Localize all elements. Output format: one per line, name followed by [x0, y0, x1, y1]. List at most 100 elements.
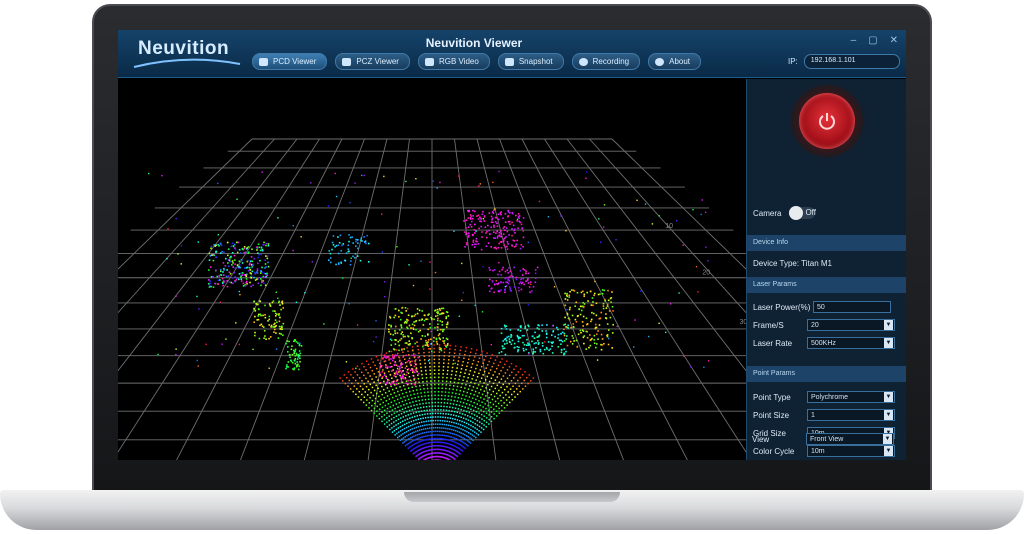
point-cluster: [393, 348, 396, 351]
point-ring: [409, 433, 412, 435]
point-ring: [450, 373, 453, 376]
point-ring: [370, 358, 373, 360]
point-ring: [466, 440, 469, 442]
point-ring: [492, 390, 495, 393]
point-ring: [430, 391, 433, 393]
point-size-select[interactable]: 1 ▼: [807, 409, 895, 421]
point: [586, 171, 588, 173]
tab-about[interactable]: About: [648, 53, 702, 70]
point-cluster: [507, 220, 510, 223]
point-cluster: [529, 281, 532, 283]
tab-snapshot[interactable]: Snapshot: [497, 53, 564, 70]
point-ring: [449, 443, 452, 446]
point-cluster: [552, 341, 554, 343]
point-cluster: [427, 334, 429, 336]
tab-pcd-viewer[interactable]: PCD Viewer: [252, 53, 328, 70]
point-ring: [492, 382, 495, 385]
tab-rgb-video[interactable]: RGB Video: [417, 53, 490, 70]
point-ring: [433, 373, 436, 375]
point-ring: [456, 419, 459, 421]
point-ring: [385, 400, 388, 402]
point-cloud-viewport[interactable]: 10203040: [118, 79, 746, 460]
point-cluster: [264, 263, 267, 265]
point-cluster: [381, 376, 384, 378]
point-cluster: [335, 244, 338, 247]
point-cluster: [278, 325, 281, 328]
close-button[interactable]: ✕: [890, 36, 898, 46]
tab-recording[interactable]: Recording: [571, 53, 641, 70]
point-cluster: [589, 290, 592, 293]
point-ring: [357, 396, 360, 398]
point-ring: [459, 452, 461, 455]
point-ring: [378, 413, 381, 415]
point-cluster: [416, 308, 419, 310]
point-cluster: [513, 266, 515, 269]
power-button[interactable]: [799, 93, 855, 149]
point: [658, 322, 660, 325]
point-ring: [403, 427, 406, 430]
ip-address-input[interactable]: 192.168.1.101: [803, 54, 900, 69]
laser-power-input[interactable]: 50: [813, 301, 891, 313]
point-cluster: [497, 290, 500, 293]
point: [704, 211, 707, 214]
point-ring: [388, 419, 390, 422]
point-ring: [418, 381, 420, 384]
point-cloud-canvas[interactable]: 10203040: [118, 79, 746, 460]
point-ring: [361, 380, 363, 382]
point-ring: [471, 378, 473, 380]
point-cluster: [519, 221, 521, 224]
camera-toggle[interactable]: Off: [789, 206, 816, 220]
point-cluster: [232, 277, 235, 279]
frame-select[interactable]: 20 ▼: [807, 319, 895, 331]
point-cluster: [355, 240, 357, 243]
point-cluster: [605, 317, 608, 320]
point-ring: [401, 366, 403, 369]
minimize-button[interactable]: –: [851, 36, 857, 46]
point-ring: [458, 443, 460, 445]
point-cluster: [228, 259, 231, 262]
point-cluster: [501, 268, 503, 271]
point-ring: [442, 376, 444, 379]
point-cluster: [394, 308, 397, 310]
point-ring: [497, 397, 499, 400]
point-ring: [493, 417, 495, 420]
point-cluster: [506, 230, 509, 233]
point: [197, 365, 199, 367]
point-cluster: [394, 314, 397, 317]
maximize-button[interactable]: ▢: [868, 36, 877, 46]
color-cycle-select[interactable]: 10m ▼: [807, 445, 895, 457]
point-ring: [487, 404, 489, 407]
point: [518, 290, 520, 292]
point-ring: [456, 430, 459, 433]
point-cluster: [561, 340, 564, 343]
laser-rate-select[interactable]: 500KHz ▼: [807, 337, 895, 349]
point-ring: [373, 381, 375, 383]
point-ring: [418, 399, 420, 402]
device-type-text: Device Type: Titan M1: [753, 259, 832, 268]
point-ring: [386, 395, 389, 397]
tab-pcz-viewer[interactable]: PCZ Viewer: [335, 53, 410, 70]
point-ring: [428, 438, 431, 440]
point-ring: [410, 364, 412, 367]
point-ring: [430, 441, 433, 444]
point-ring: [456, 455, 459, 458]
point-ring: [480, 388, 482, 391]
point-ring: [498, 389, 500, 392]
point-cluster: [569, 306, 571, 309]
point-cluster: [572, 323, 575, 325]
point-cluster: [215, 251, 217, 254]
point-ring: [498, 412, 501, 414]
point: [552, 325, 554, 327]
point-ring: [426, 380, 428, 383]
point-ring: [453, 445, 455, 447]
point-cluster: [602, 302, 605, 305]
point-cluster: [414, 362, 416, 364]
point-cluster: [411, 354, 413, 357]
point-ring: [510, 362, 513, 365]
view-select[interactable]: Front View ▼: [806, 433, 894, 445]
point-ring: [411, 408, 414, 411]
point-cluster: [607, 329, 610, 331]
point-cluster: [595, 326, 598, 329]
point-cluster: [408, 340, 411, 342]
point-type-select[interactable]: Polychrome ▼: [807, 391, 895, 403]
